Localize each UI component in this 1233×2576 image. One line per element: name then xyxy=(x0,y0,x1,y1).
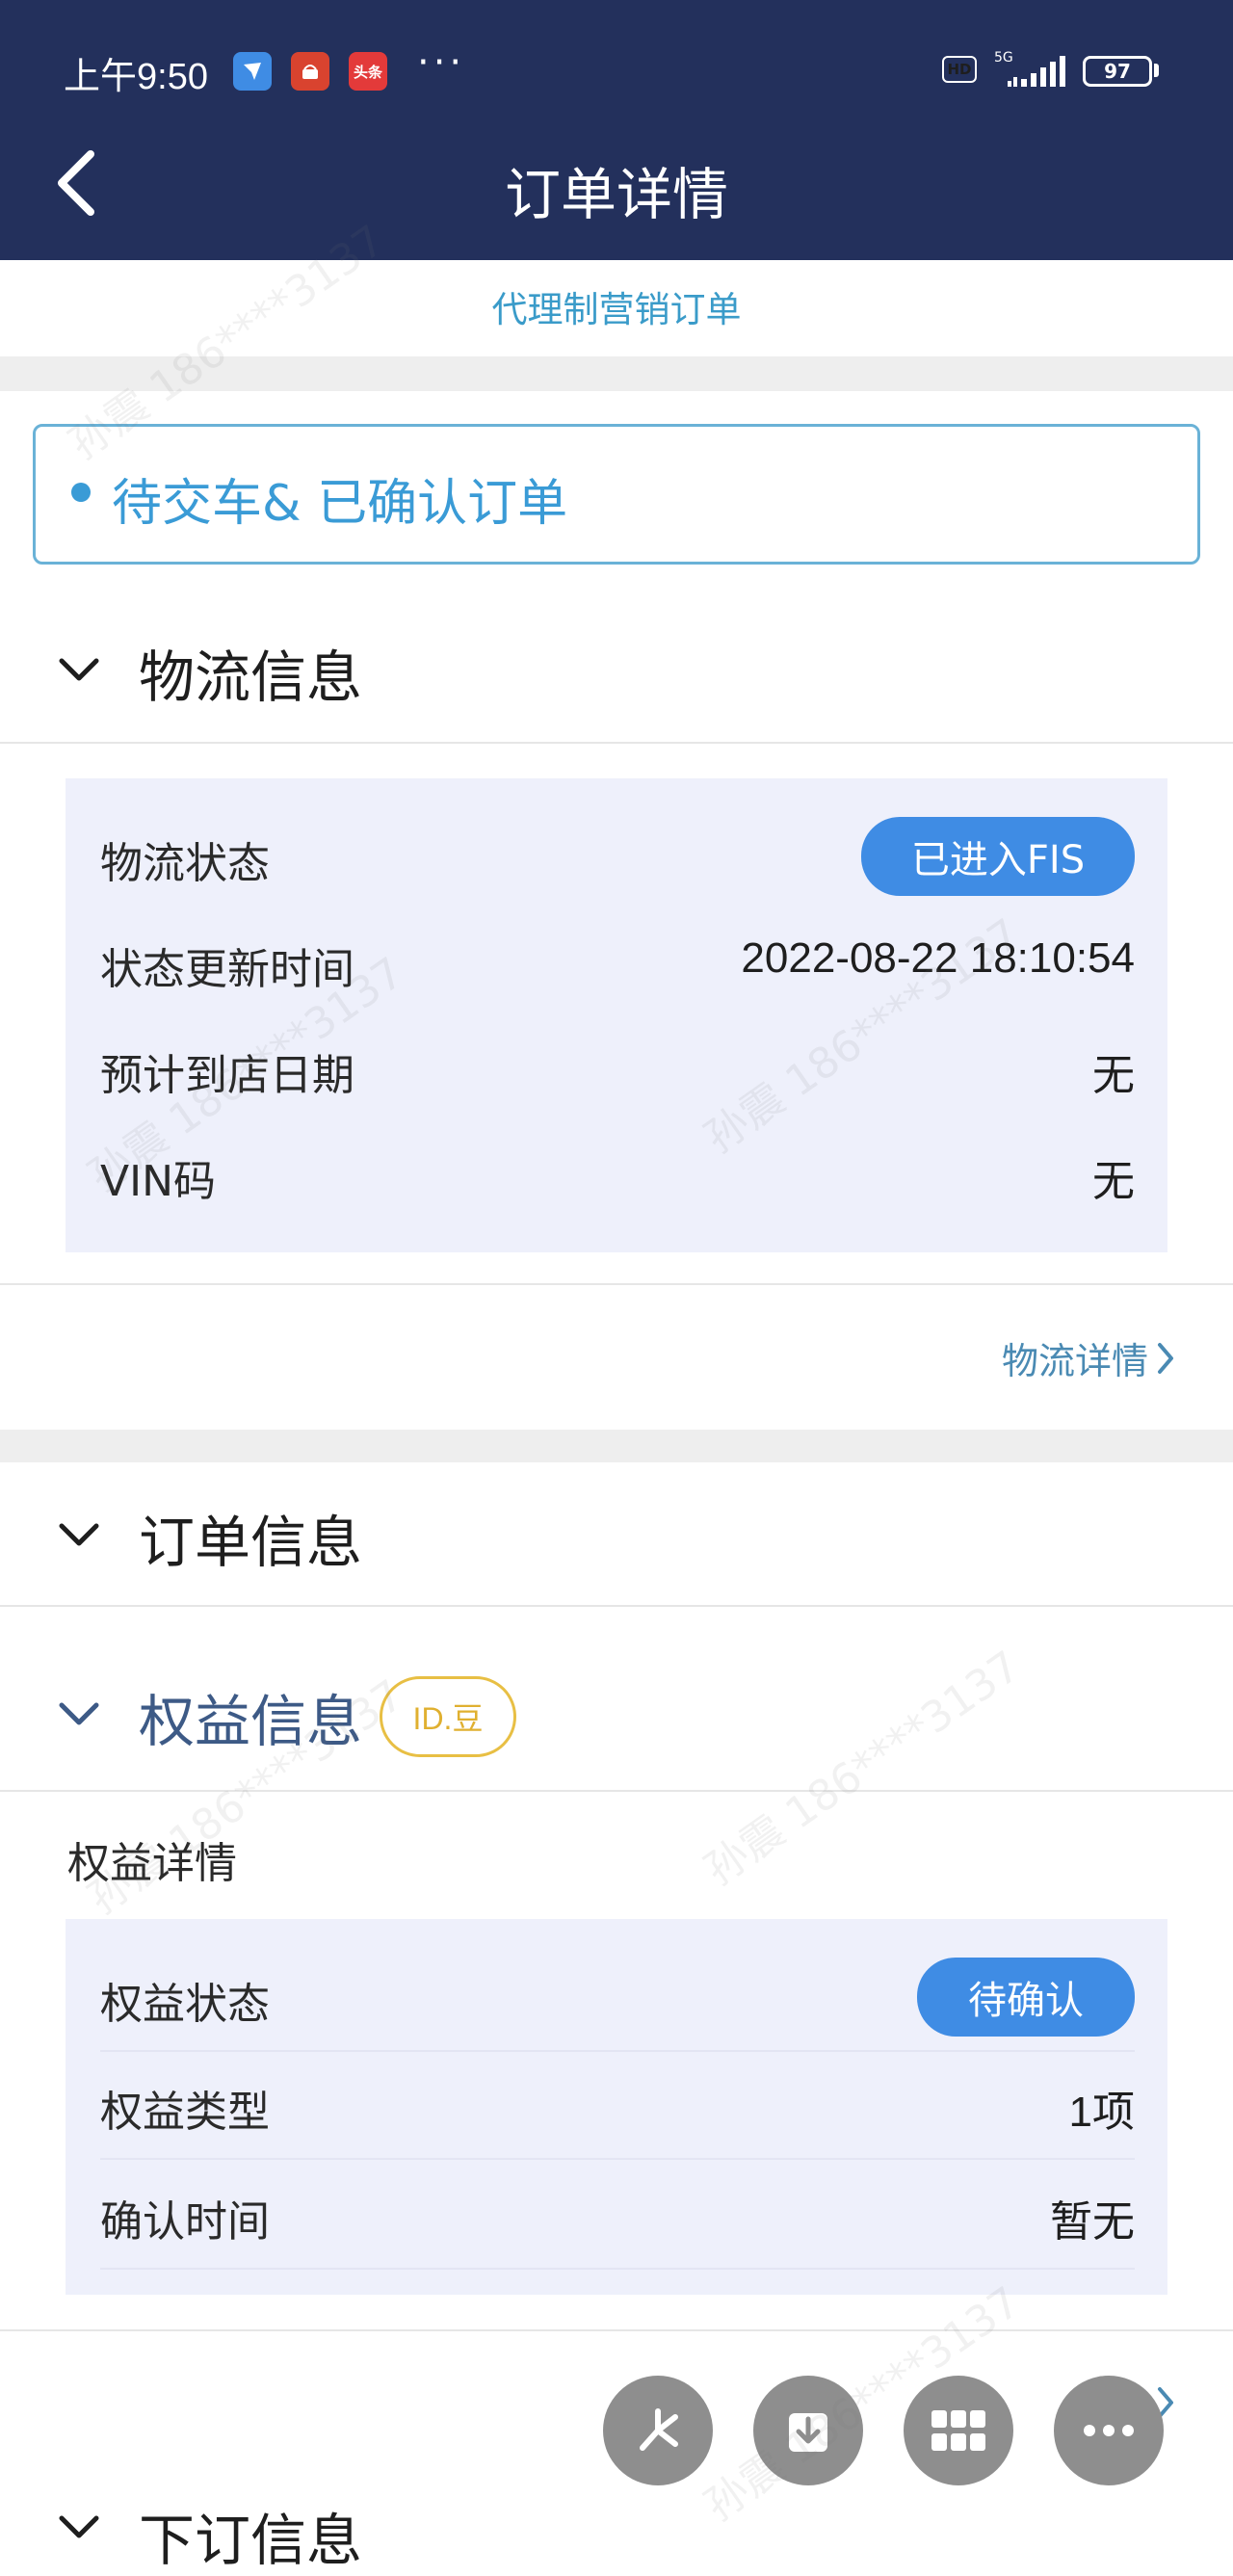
section-divider xyxy=(0,1430,1233,1462)
order-info-section-title[interactable]: 订单信息 xyxy=(139,1497,362,1578)
row-separator xyxy=(100,2050,1135,2052)
logistics-status-label: 物流状态 xyxy=(100,839,270,888)
logistics-detail-label: 物流详情 xyxy=(1001,1340,1148,1382)
order-placement-section-title[interactable]: 下订信息 xyxy=(139,2495,362,2576)
logistics-detail-link[interactable]: 物流详情 xyxy=(1002,1331,1177,1384)
rights-type-label: 权益类型 xyxy=(100,2088,270,2137)
rights-status-pill: 待确认 xyxy=(917,1958,1135,2037)
vin-value: 无 xyxy=(1092,1158,1135,1205)
more-button[interactable] xyxy=(1054,2376,1164,2485)
status-time: 上午9:50 xyxy=(64,57,208,97)
watermark: 孙震 186****3137 xyxy=(695,1642,1030,1896)
row-separator xyxy=(100,2268,1135,2270)
status-more-icon: ··· xyxy=(417,40,466,85)
logistics-status-pill: 已进入FIS xyxy=(861,817,1135,896)
page-title: 订单详情 xyxy=(504,162,728,227)
divider xyxy=(0,742,1233,744)
divider xyxy=(0,1790,1233,1792)
more-icon xyxy=(1084,2425,1134,2436)
battery-tip xyxy=(1154,64,1159,77)
chevron-down-icon[interactable] xyxy=(58,2512,100,2541)
toutiao-app-icon: 头条 xyxy=(349,52,387,91)
divider xyxy=(0,1605,1233,1607)
chevron-right-icon xyxy=(1158,1342,1173,1374)
hd-icon: HD xyxy=(942,56,977,83)
red-app-icon xyxy=(291,52,329,91)
divider xyxy=(0,1283,1233,1285)
row-separator xyxy=(100,2158,1135,2160)
logistics-section-title[interactable]: 物流信息 xyxy=(139,632,362,713)
status-dot-icon xyxy=(71,483,91,502)
pinwheel-icon xyxy=(640,2408,678,2451)
battery-icon: 97 xyxy=(1083,56,1152,87)
chevron-down-icon[interactable] xyxy=(58,1520,100,1549)
rights-status-label: 权益状态 xyxy=(100,1980,270,2029)
divider xyxy=(0,2329,1233,2331)
grid-icon xyxy=(931,2410,985,2451)
shield-app-icon xyxy=(233,52,272,91)
order-status-text: 待交车& 已确认订单 xyxy=(112,475,568,533)
arrival-date-value: 无 xyxy=(1092,1052,1135,1099)
signal-icon xyxy=(1008,56,1065,87)
confirm-time-label: 确认时间 xyxy=(100,2197,270,2247)
rights-type-value: 1项 xyxy=(1068,2089,1135,2136)
confirm-time-value: 暂无 xyxy=(1050,2198,1135,2246)
chevron-down-icon[interactable] xyxy=(58,1699,100,1728)
chevron-down-icon[interactable] xyxy=(58,655,100,684)
pinwheel-button[interactable] xyxy=(603,2376,713,2485)
